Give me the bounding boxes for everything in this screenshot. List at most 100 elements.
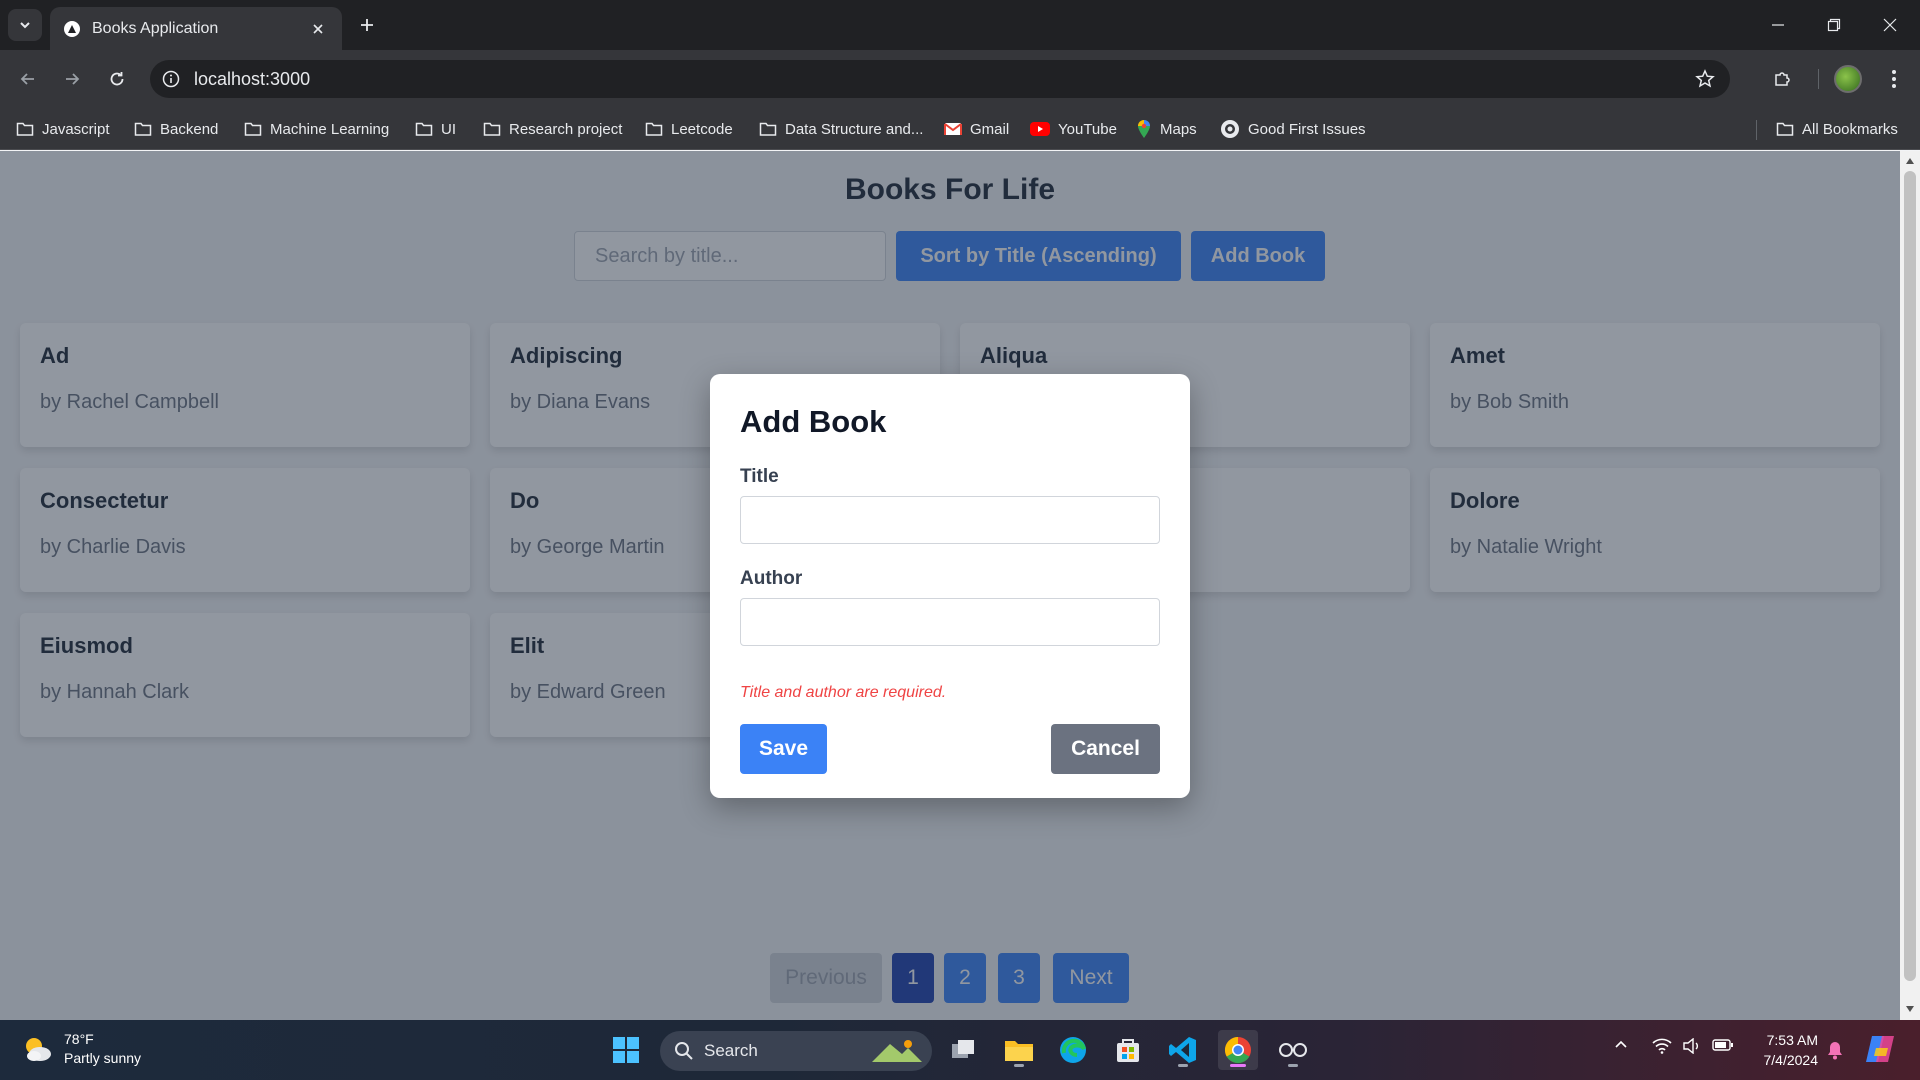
bookmark-label: Maps: [1160, 120, 1197, 138]
restore-button[interactable]: [1806, 0, 1862, 50]
folder-icon: [1005, 1041, 1033, 1061]
title-label: Title: [740, 466, 779, 487]
plus-icon: [361, 19, 373, 31]
weather-widget[interactable]: 78°F Partly sunny: [20, 1030, 141, 1068]
bookmark-label: Leetcode: [671, 120, 733, 138]
folder-icon: [483, 122, 501, 136]
bookmark-javascript[interactable]: Javascript: [16, 116, 110, 142]
close-window-button[interactable]: [1862, 0, 1918, 50]
bookmark-ui[interactable]: UI: [415, 116, 456, 142]
taskbar-search[interactable]: Search: [660, 1031, 932, 1071]
browser-menu-button[interactable]: [1878, 63, 1910, 95]
arrow-right-icon: [66, 73, 80, 85]
bookmark-youtube[interactable]: YouTube: [1030, 116, 1117, 142]
taskbar-search-label: Search: [704, 1041, 758, 1060]
restore-icon: [1827, 18, 1841, 32]
page-viewport: Books For Life Sort by Title (Ascending)…: [0, 151, 1900, 1020]
bookmark-label: Javascript: [42, 120, 110, 138]
show-hidden-icons-button[interactable]: [1614, 1038, 1628, 1052]
folder-icon: [1776, 122, 1794, 136]
bookmark-good-first-issues[interactable]: Good First Issues: [1220, 116, 1366, 142]
edge-icon: [1060, 1037, 1086, 1063]
store-icon: [1117, 1039, 1139, 1062]
bookmark-machine-learning[interactable]: Machine Learning: [244, 116, 389, 142]
bookmark-label: All Bookmarks: [1802, 120, 1898, 138]
search-icon: [675, 1042, 693, 1060]
bookmark-label: Research project: [509, 120, 623, 138]
volume-icon[interactable]: [1682, 1038, 1702, 1054]
bookmark-label: Data Structure and...: [785, 120, 924, 138]
bookmark-label: UI: [441, 120, 456, 138]
edge-button[interactable]: [1053, 1030, 1093, 1070]
clock-date: 7/4/2024: [1763, 1052, 1819, 1068]
bookmark-maps[interactable]: Maps: [1136, 116, 1197, 142]
save-button[interactable]: Save: [740, 724, 827, 774]
close-tab-icon[interactable]: [308, 19, 328, 39]
scroll-down-icon[interactable]: [1904, 1003, 1916, 1015]
task-view-icon: [952, 1040, 974, 1058]
page-scrollbar[interactable]: [1900, 151, 1920, 1020]
notification-bell-icon[interactable]: [1826, 1040, 1844, 1060]
dialog-title: Add Book: [740, 404, 887, 439]
bookmarks-bar: Javascript Backend Machine Learning UI R…: [0, 108, 1920, 150]
bookmark-label: Backend: [160, 120, 219, 138]
task-view-button[interactable]: [944, 1030, 984, 1070]
search-highlight-icon: [872, 1040, 922, 1062]
bookmark-leetcode[interactable]: Leetcode: [645, 116, 733, 142]
battery-icon[interactable]: [1712, 1038, 1734, 1052]
folder-icon: [415, 122, 433, 136]
kebab-menu-icon: [1892, 70, 1896, 88]
forward-button[interactable]: [56, 63, 88, 95]
youtube-icon: [1030, 122, 1050, 136]
address-bar[interactable]: localhost:3000: [150, 60, 1730, 98]
minimize-button[interactable]: [1750, 0, 1806, 50]
bookmark-label: YouTube: [1058, 120, 1117, 138]
folder-icon: [16, 122, 34, 136]
reload-icon: [110, 72, 124, 86]
folder-icon: [134, 122, 152, 136]
wifi-icon[interactable]: [1652, 1038, 1672, 1054]
browser-tabstrip: Books Application: [0, 0, 1920, 50]
copilot-icon[interactable]: [1864, 1034, 1896, 1064]
store-button[interactable]: [1108, 1030, 1148, 1070]
bookmark-gmail[interactable]: Gmail: [944, 116, 1009, 142]
url-text[interactable]: localhost:3000: [194, 69, 1690, 90]
reload-button[interactable]: [101, 63, 133, 95]
folder-icon: [645, 122, 663, 136]
profile-avatar[interactable]: [1834, 65, 1862, 93]
bookmark-backend[interactable]: Backend: [134, 116, 218, 142]
weather-temp: 78°F: [64, 1031, 94, 1047]
copilot-app-button[interactable]: [1273, 1030, 1313, 1070]
browser-tab[interactable]: Books Application: [50, 7, 342, 50]
tab-search-button[interactable]: [8, 9, 42, 41]
system-clock[interactable]: 7:53 AM 7/4/2024: [1748, 1030, 1819, 1070]
vscode-button[interactable]: [1163, 1030, 1203, 1070]
bookmarks-divider: [1756, 120, 1757, 140]
bookmark-data-structure[interactable]: Data Structure and...: [759, 116, 923, 142]
site-info-icon[interactable]: [160, 68, 182, 90]
chrome-button[interactable]: [1218, 1030, 1258, 1070]
title-input[interactable]: [740, 496, 1160, 544]
author-input[interactable]: [740, 598, 1160, 646]
bookmark-label: Good First Issues: [1248, 120, 1366, 138]
maps-icon: [1138, 120, 1150, 138]
scrollbar-thumb[interactable]: [1904, 171, 1916, 981]
cancel-button[interactable]: Cancel: [1051, 724, 1160, 774]
arrow-left-icon: [20, 73, 34, 85]
validation-error: Title and author are required.: [740, 684, 947, 701]
bookmark-label: Gmail: [970, 120, 1010, 138]
glasses-icon: [1279, 1043, 1307, 1057]
bookmark-research-project[interactable]: Research project: [483, 116, 622, 142]
minimize-icon: [1772, 24, 1784, 26]
start-button[interactable]: [606, 1030, 646, 1070]
new-tab-button[interactable]: [352, 10, 382, 40]
scroll-up-icon[interactable]: [1904, 155, 1916, 167]
file-explorer-button[interactable]: [999, 1030, 1039, 1070]
extensions-button[interactable]: [1766, 63, 1798, 95]
partly-sunny-icon: [20, 1032, 54, 1066]
github-icon: [1221, 120, 1239, 138]
author-label: Author: [740, 568, 803, 589]
all-bookmarks[interactable]: All Bookmarks: [1776, 116, 1898, 142]
bookmark-star-icon[interactable]: [1690, 64, 1720, 94]
back-button[interactable]: [12, 63, 44, 95]
